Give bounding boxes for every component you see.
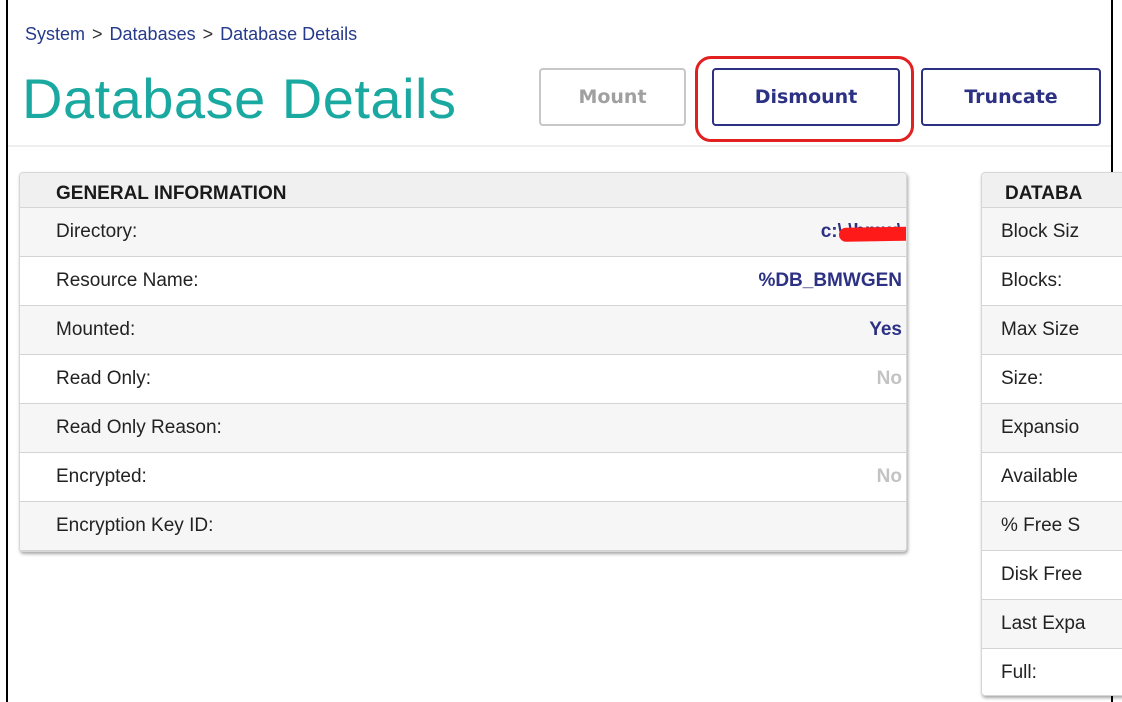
row-label: Available <box>1001 466 1078 487</box>
row-label: Blocks: <box>1001 270 1063 291</box>
panel-header: GENERAL INFORMATION <box>20 173 906 208</box>
directory-value: c:\ \bmw\ <box>821 221 906 243</box>
encrypted-value: No <box>876 466 902 487</box>
window-border-left <box>6 0 8 702</box>
row-label: Max Size <box>1001 319 1080 340</box>
row-label: Expansio <box>1001 417 1080 438</box>
row-label: Read Only: <box>56 368 152 389</box>
row-blocks: Blocks: <box>982 257 1122 306</box>
row-size: Size: <box>982 355 1122 404</box>
resource-name-value: %DB_BMWGEN <box>758 270 902 291</box>
breadcrumb-separator: > <box>92 24 103 44</box>
dismount-button[interactable]: Dismount <box>712 68 900 126</box>
breadcrumb-separator: > <box>202 24 214 44</box>
truncate-button[interactable]: Truncate <box>921 68 1101 126</box>
row-label: Encryption Key ID: <box>56 515 214 536</box>
row-label: Full: <box>1001 662 1037 683</box>
breadcrumb-database-details: Database Details <box>220 24 358 44</box>
row-expansion: Expansio <box>982 404 1122 453</box>
read-only-value: No <box>876 368 902 389</box>
row-label: Last Expa <box>1001 613 1086 634</box>
app-frame: System > Databases > Database Details Databa… <box>0 0 1122 702</box>
row-last-expansion: Last Expa <box>982 600 1122 649</box>
panel-header: DATABA <box>982 173 1122 208</box>
row-encrypted: Encrypted: No <box>20 453 906 502</box>
row-resource-name: Resource Name: %DB_BMWGEN <box>20 257 906 306</box>
database-panel: DATABA Block Siz Blocks: Max Size Size: … <box>981 172 1122 696</box>
breadcrumb-system[interactable]: System <box>25 24 85 45</box>
row-free-space: % Free S <box>982 502 1122 551</box>
database-rows: Block Siz Blocks: Max Size Size: Expansi… <box>982 208 1122 695</box>
header-divider <box>8 145 1111 147</box>
row-directory: Directory: c:\ \bmw\ <box>20 208 906 257</box>
breadcrumb: System > Databases > Database Details <box>25 24 357 45</box>
row-label: Size: <box>1001 368 1044 389</box>
breadcrumb-databases[interactable]: Databases <box>110 24 196 45</box>
row-disk-free: Disk Free <box>982 551 1122 600</box>
row-mounted: Mounted: Yes <box>20 306 906 355</box>
row-max-size: Max Size <box>982 306 1122 355</box>
general-rows: Directory: c:\ \bmw\ Resource Name: %DB_… <box>20 208 906 551</box>
row-encryption-key-id: Encryption Key ID: <box>20 502 906 551</box>
row-label: Resource Name: <box>56 270 199 291</box>
row-read-only: Read Only: No <box>20 355 906 404</box>
row-label: Read Only Reason: <box>56 417 222 438</box>
row-label: Encrypted: <box>56 466 147 487</box>
row-label: % Free S <box>1001 515 1081 536</box>
row-block-size: Block Siz <box>982 208 1122 257</box>
row-label: Block Siz <box>1001 221 1080 242</box>
mounted-value: Yes <box>869 319 902 340</box>
row-full: Full: <box>982 649 1122 695</box>
general-information-panel: GENERAL INFORMATION Directory: c:\ \bmw\… <box>19 172 907 552</box>
page-title: Database Details <box>22 67 457 130</box>
row-available: Available <box>982 453 1122 502</box>
redaction-mark <box>838 224 906 242</box>
row-label: Directory: <box>56 221 138 242</box>
row-label: Disk Free <box>1001 564 1083 585</box>
row-label: Mounted: <box>56 319 136 340</box>
mount-button[interactable]: Mount <box>539 68 686 126</box>
row-read-only-reason: Read Only Reason: <box>20 404 906 453</box>
